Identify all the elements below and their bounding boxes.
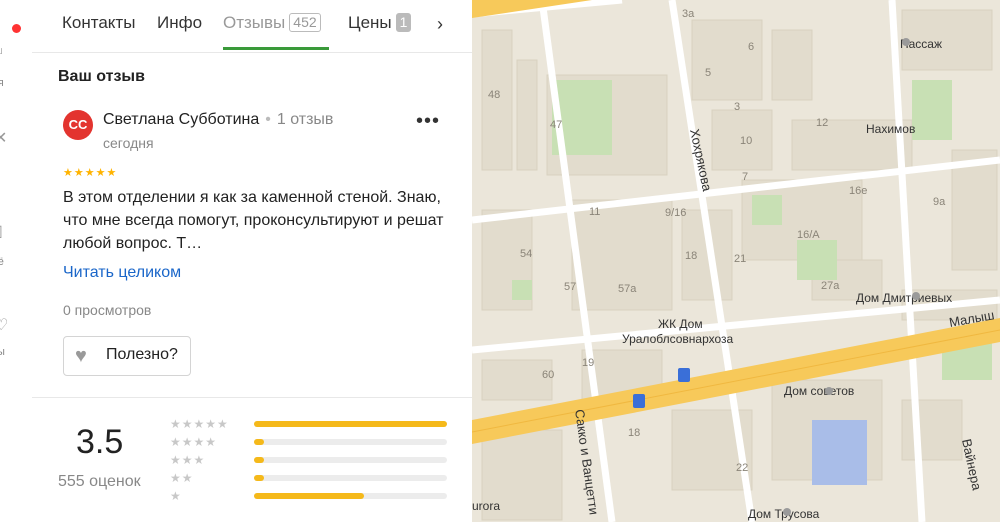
rating-row-5[interactable]: ★★★★★ [170, 417, 450, 433]
tab-label: Инфо [157, 13, 203, 32]
rating-row-4[interactable]: ★★★★ [170, 435, 450, 451]
poi-icon: ♡ [0, 315, 14, 335]
hotel-icon: ▯ [0, 221, 14, 241]
separator-dot: • [265, 111, 271, 128]
place-label: Дом Дмитриевых [856, 291, 952, 305]
rating-row-stars: ★★★ [170, 453, 206, 467]
svg-text:60: 60 [542, 369, 554, 381]
svg-text:6: 6 [748, 41, 754, 53]
tab-count-badge: 452 [289, 13, 321, 32]
rating-bar-fill [254, 475, 264, 481]
place-card-panel: Контакты Инфо Отзывы 452 Цены 1 › Ваш отзы… [32, 0, 473, 522]
svg-text:47: 47 [550, 119, 562, 131]
rating-row-stars: ★ [170, 489, 182, 503]
helpful-label: Полезно? [106, 346, 178, 363]
svg-text:57а: 57а [618, 283, 637, 295]
rail-item-label: ьё [0, 256, 4, 268]
svg-text:7: 7 [742, 171, 748, 183]
tab-prices[interactable]: Цены 1 [348, 13, 412, 33]
divider [32, 397, 472, 398]
author-review-count: 1 отзыв [276, 111, 334, 128]
map-canvas: Хохрякова Малыш Сакко и Ванцетти Вайнера… [472, 0, 1000, 522]
chevron-right-icon[interactable]: › [437, 14, 443, 35]
rating-score: 3.5 [76, 423, 124, 461]
rating-row-2[interactable]: ★★ [170, 471, 450, 487]
street-label: Хохрякова [687, 128, 715, 194]
tab-info[interactable]: Инфо [157, 13, 202, 33]
route-icon: ⑂ [0, 46, 14, 64]
rating-row-1[interactable]: ★ [170, 489, 450, 505]
svg-text:22: 22 [736, 462, 748, 474]
review-date: сегодня [103, 135, 154, 151]
tab-label: Отзывы [223, 13, 286, 32]
svg-text:57: 57 [564, 281, 576, 293]
review-stars: ★★★★★ [63, 167, 118, 179]
rating-bar-track [254, 493, 447, 499]
svg-text:18: 18 [685, 250, 697, 262]
tab-count-badge: 1 [395, 13, 412, 32]
svg-text:11: 11 [589, 206, 600, 218]
svg-text:3: 3 [734, 101, 740, 113]
rating-bar-fill [254, 457, 264, 463]
rating-count: 555 оценок [58, 473, 141, 490]
svg-text:18: 18 [628, 427, 640, 439]
author-name[interactable]: Светлана Субботина [103, 111, 259, 128]
map-view[interactable]: Хохрякова Малыш Сакко и Ванцетти Вайнера… [472, 0, 1000, 522]
rating-bar-fill [254, 421, 447, 427]
review-author-line: Светлана Субботина • 1 отзыв [103, 111, 333, 129]
rating-row-stars: ★★★★★ [170, 417, 229, 431]
section-title: Ваш отзыв [58, 68, 145, 85]
notification-dot [12, 24, 21, 33]
svg-text:12: 12 [816, 117, 828, 129]
svg-text:5: 5 [705, 67, 711, 79]
views-count: 0 просмотров [63, 302, 152, 318]
svg-text:54: 54 [520, 248, 532, 260]
svg-text:27а: 27а [821, 280, 840, 292]
rating-bar-track [254, 457, 447, 463]
rating-row-stars: ★★ [170, 471, 194, 485]
tab-contacts[interactable]: Контакты [62, 13, 135, 33]
more-options-icon[interactable]: ••• [416, 110, 440, 133]
rail-item-label: ья [0, 77, 4, 89]
heart-icon: ♥ [75, 345, 87, 367]
svg-text:3а: 3а [682, 8, 695, 20]
svg-text:9/16: 9/16 [665, 207, 686, 219]
rating-row-stars: ★★★★ [170, 435, 218, 449]
place-label: Нахимов [866, 122, 915, 136]
place-label: ЖК Дом [658, 317, 703, 331]
place-label: Уралоблсовнархоза [622, 332, 734, 346]
svg-text:16/А: 16/А [797, 229, 820, 241]
street-label: Вайнера [959, 438, 985, 493]
tab-label: Контакты [62, 13, 136, 32]
avatar[interactable]: СС [63, 110, 93, 140]
helpful-button[interactable]: ♥ Полезно? [63, 336, 191, 376]
side-rail: ⑂ ья ✕ д ▯ ьё ♡ ты [0, 0, 33, 522]
active-tab-underline [223, 47, 329, 50]
tab-bar: Контакты Инфо Отзывы 452 Цены 1 › [32, 0, 472, 53]
rating-bar-track [254, 475, 447, 481]
svg-text:16е: 16е [849, 185, 867, 197]
place-label: Дом советов [784, 384, 854, 398]
svg-text:48: 48 [488, 89, 500, 101]
place-label: urora [472, 499, 500, 513]
rating-bar-track [254, 421, 447, 427]
rail-item-label: ты [0, 346, 5, 358]
svg-text:19: 19 [582, 357, 594, 369]
svg-text:10: 10 [740, 135, 752, 147]
tab-label: Цены [348, 13, 392, 32]
review-text: В этом отделении я как за каменной стено… [63, 189, 444, 252]
rating-bar-track [254, 439, 447, 445]
tab-reviews[interactable]: Отзывы 452 [223, 13, 321, 33]
svg-text:9а: 9а [933, 196, 946, 208]
food-icon: ✕ [0, 128, 14, 148]
read-more-link[interactable]: Читать целиком [63, 264, 181, 282]
rating-row-3[interactable]: ★★★ [170, 453, 450, 469]
rating-bar-fill [254, 439, 264, 445]
svg-text:21: 21 [734, 253, 746, 265]
rating-bar-fill [254, 493, 364, 499]
